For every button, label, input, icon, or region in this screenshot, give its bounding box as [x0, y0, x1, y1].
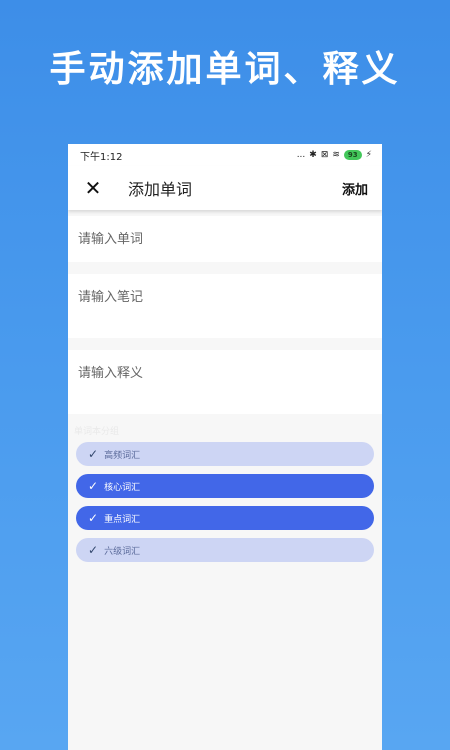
tag-chip[interactable]: ✓ 六级词汇 [76, 538, 374, 562]
bluetooth-icon: ✱ [309, 150, 317, 160]
promo-headline: 手动添加单词、释义 [49, 49, 401, 90]
status-bar: 下午1:12 ... ✱ ⊠ ≋ 93 ⚡ [68, 144, 382, 166]
check-icon: ✓ [88, 447, 99, 461]
tag-list: ✓ 高频词汇 ✓ 核心词汇 ✓ 重点词汇 ✓ 六级词汇 [68, 438, 382, 562]
tag-label: 高频词汇 [104, 450, 141, 461]
tag-chip[interactable]: ✓ 核心词汇 [76, 474, 374, 498]
note-input[interactable]: 请输入笔记 [68, 274, 382, 338]
close-icon[interactable]: ✕ [82, 176, 104, 200]
check-icon: ✓ [88, 479, 99, 493]
page-title: 添加单词 [128, 180, 193, 199]
tag-label: 核心词汇 [104, 482, 141, 493]
tag-label: 六级词汇 [104, 546, 141, 557]
wifi-icon: ≋ [332, 150, 340, 160]
word-input-placeholder: 请输入单词 [78, 232, 144, 247]
status-time: 下午1:12 [80, 151, 123, 163]
charging-icon: ⚡ [365, 150, 372, 160]
battery-icon: 93 [343, 150, 362, 160]
add-button[interactable]: 添加 [342, 179, 368, 198]
tag-chip[interactable]: ✓ 高频词汇 [76, 442, 374, 466]
check-icon: ✓ [88, 511, 99, 525]
check-icon: ✓ [88, 543, 99, 557]
phone-screen: 下午1:12 ... ✱ ⊠ ≋ 93 ⚡ ✕ 添加单词 添加 请输入单词 请输… [68, 144, 382, 750]
sim-icon: ⊠ [320, 150, 329, 160]
tag-chip[interactable]: ✓ 重点词汇 [76, 506, 374, 530]
meaning-input[interactable]: 请输入释义 [68, 350, 382, 414]
note-input-placeholder: 请输入笔记 [78, 290, 144, 305]
meaning-input-placeholder: 请输入释义 [78, 366, 144, 381]
app-bar: ✕ 添加单词 添加 [68, 166, 382, 210]
tag-label: 重点词汇 [104, 514, 141, 525]
word-input[interactable]: 请输入单词 [68, 216, 382, 262]
tag-section-label: 单词本分组 [74, 427, 120, 437]
more-dots-icon: ... [296, 150, 306, 160]
status-icons: ... ✱ ⊠ ≋ 93 ⚡ [297, 150, 372, 160]
